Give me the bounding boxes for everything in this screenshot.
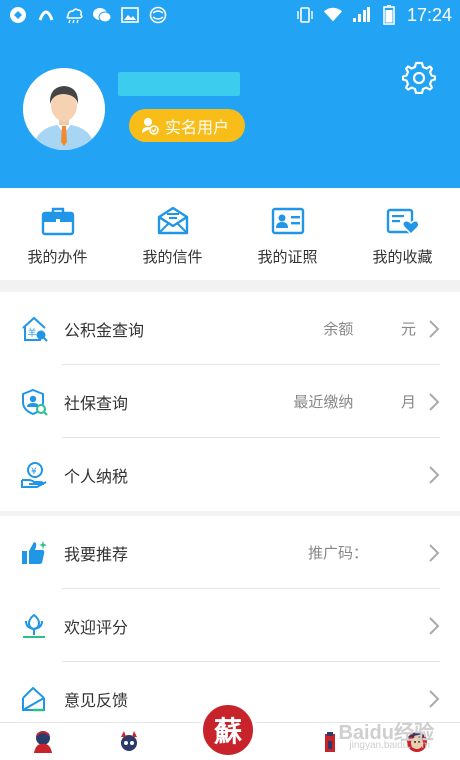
tab-services-icon[interactable] <box>116 729 142 755</box>
app-notification-icon <box>8 6 28 24</box>
wifi-icon <box>323 6 343 24</box>
social-security-icon <box>22 388 48 416</box>
list-item-housing-fund[interactable]: 羊 公积金查询 余额 元 <box>0 292 460 365</box>
battery-icon <box>379 5 399 25</box>
id-card-icon <box>271 207 304 235</box>
badge-label: 实名用户 <box>165 117 230 137</box>
gear-icon <box>401 61 437 95</box>
list-item-social-security[interactable]: 社保查询 最近缴纳 月 <box>0 365 460 438</box>
watermark-url: jingyan.baidu.com <box>349 740 430 751</box>
username-masked <box>118 72 240 96</box>
status-bar: 17:24 <box>0 0 460 30</box>
svg-text:¥: ¥ <box>31 467 37 477</box>
my-licenses-button[interactable]: 我的证照 <box>230 188 345 280</box>
avatar[interactable] <box>23 68 105 150</box>
chevron-right-icon <box>429 543 440 562</box>
center-home-button[interactable]: 蘇 <box>200 702 256 758</box>
verified-user-badge[interactable]: 实名用户 <box>129 109 246 142</box>
quick-actions: 我的办件 我的信件 我的证照 我的收藏 <box>0 188 460 280</box>
favorites-icon <box>386 208 420 236</box>
svg-text:羊: 羊 <box>28 327 37 339</box>
weather-icon <box>64 6 84 24</box>
vibrate-icon <box>295 6 315 24</box>
housing-fund-icon: 羊 <box>22 316 48 342</box>
briefcase-icon <box>41 207 74 236</box>
mail-icon <box>157 206 188 235</box>
wechat-icon <box>92 6 112 24</box>
clock: 17:24 <box>406 4 452 25</box>
list-item-recommend[interactable]: 我要推荐 推广码： <box>0 516 460 589</box>
thumbs-up-icon <box>22 540 47 564</box>
my-favorites-button[interactable]: 我的收藏 <box>345 188 460 280</box>
signal-icon <box>351 6 371 24</box>
my-cases-button[interactable]: 我的办件 <box>0 188 115 280</box>
carrier-icon <box>148 6 168 24</box>
feedback-icon <box>22 686 45 711</box>
profile-header: 实名用户 <box>0 30 460 188</box>
query-list: 羊 公积金查询 余额 元 社保查询 最近缴纳 月 ¥ 个人纳税 <box>0 292 460 511</box>
verified-user-icon <box>142 117 159 135</box>
rate-icon <box>23 613 45 638</box>
list-item-personal-tax[interactable]: ¥ 个人纳税 <box>0 438 460 511</box>
settings-button[interactable] <box>401 60 437 95</box>
chevron-right-icon <box>429 616 440 635</box>
my-letters-button[interactable]: 我的信件 <box>115 188 230 280</box>
gallery-icon <box>120 6 140 24</box>
chevron-right-icon <box>429 392 440 411</box>
browser-notification-icon <box>36 6 56 24</box>
chevron-right-icon <box>429 465 440 484</box>
center-logo: 蘇 <box>213 715 242 748</box>
tab-home-icon[interactable] <box>30 729 56 755</box>
list-item-rate[interactable]: 欢迎评分 <box>0 589 460 662</box>
chevron-right-icon <box>429 319 440 338</box>
chevron-right-icon <box>429 689 440 708</box>
tax-icon: ¥ <box>21 461 47 488</box>
